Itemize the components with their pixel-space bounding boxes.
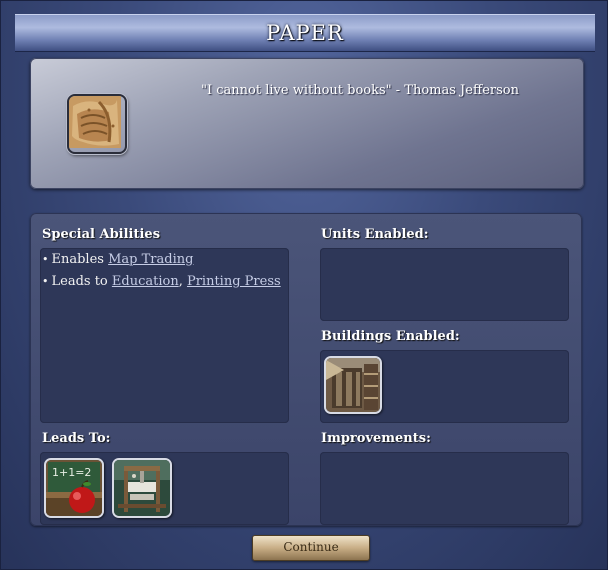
special-abilities-label: Special Abilities bbox=[42, 227, 161, 242]
library-building-icon[interactable] bbox=[324, 356, 382, 414]
special-abilities-box: • Enables Map Trading • Leads to Education… bbox=[40, 248, 289, 423]
improvements-label: Improvements: bbox=[321, 431, 431, 446]
continue-button[interactable]: Continue bbox=[252, 535, 370, 561]
ability-prefix: Enables bbox=[51, 252, 109, 267]
ability-line-leads-to: • Leads to Education, Printing Press bbox=[42, 274, 281, 289]
svg-text:1+1=2: 1+1=2 bbox=[52, 466, 91, 479]
units-enabled-box bbox=[320, 248, 569, 321]
separator: , bbox=[178, 274, 183, 289]
ability-line-enables: • Enables Map Trading bbox=[42, 252, 193, 267]
link-education[interactable]: Education bbox=[112, 274, 179, 289]
advance-quote: "I cannot live without books" - Thomas J… bbox=[201, 83, 519, 98]
buildings-enabled-label: Buildings Enabled: bbox=[321, 329, 460, 344]
leads-to-box: 1+1=2 bbox=[40, 452, 289, 525]
paper-scroll-icon bbox=[67, 94, 127, 154]
bullet: • bbox=[42, 275, 49, 288]
buildings-enabled-box bbox=[320, 350, 569, 423]
printing-press-icon[interactable] bbox=[112, 458, 172, 518]
title-bar: PAPER bbox=[15, 14, 595, 52]
ability-prefix: Leads to bbox=[51, 274, 112, 289]
dialog-title: PAPER bbox=[266, 21, 344, 45]
info-panel: Special Abilities • Enables Map Trading •… bbox=[30, 213, 582, 526]
quote-panel: "I cannot live without books" - Thomas J… bbox=[30, 58, 584, 189]
link-printing-press[interactable]: Printing Press bbox=[187, 274, 281, 289]
leads-to-label: Leads To: bbox=[42, 431, 111, 446]
improvements-box bbox=[320, 452, 569, 525]
bullet: • bbox=[42, 253, 49, 266]
education-icon[interactable]: 1+1=2 bbox=[44, 458, 104, 518]
link-map-trading[interactable]: Map Trading bbox=[108, 252, 193, 267]
advance-dialog: PAPER "I cannot live without books" - Th… bbox=[0, 0, 608, 570]
units-enabled-label: Units Enabled: bbox=[321, 227, 429, 242]
